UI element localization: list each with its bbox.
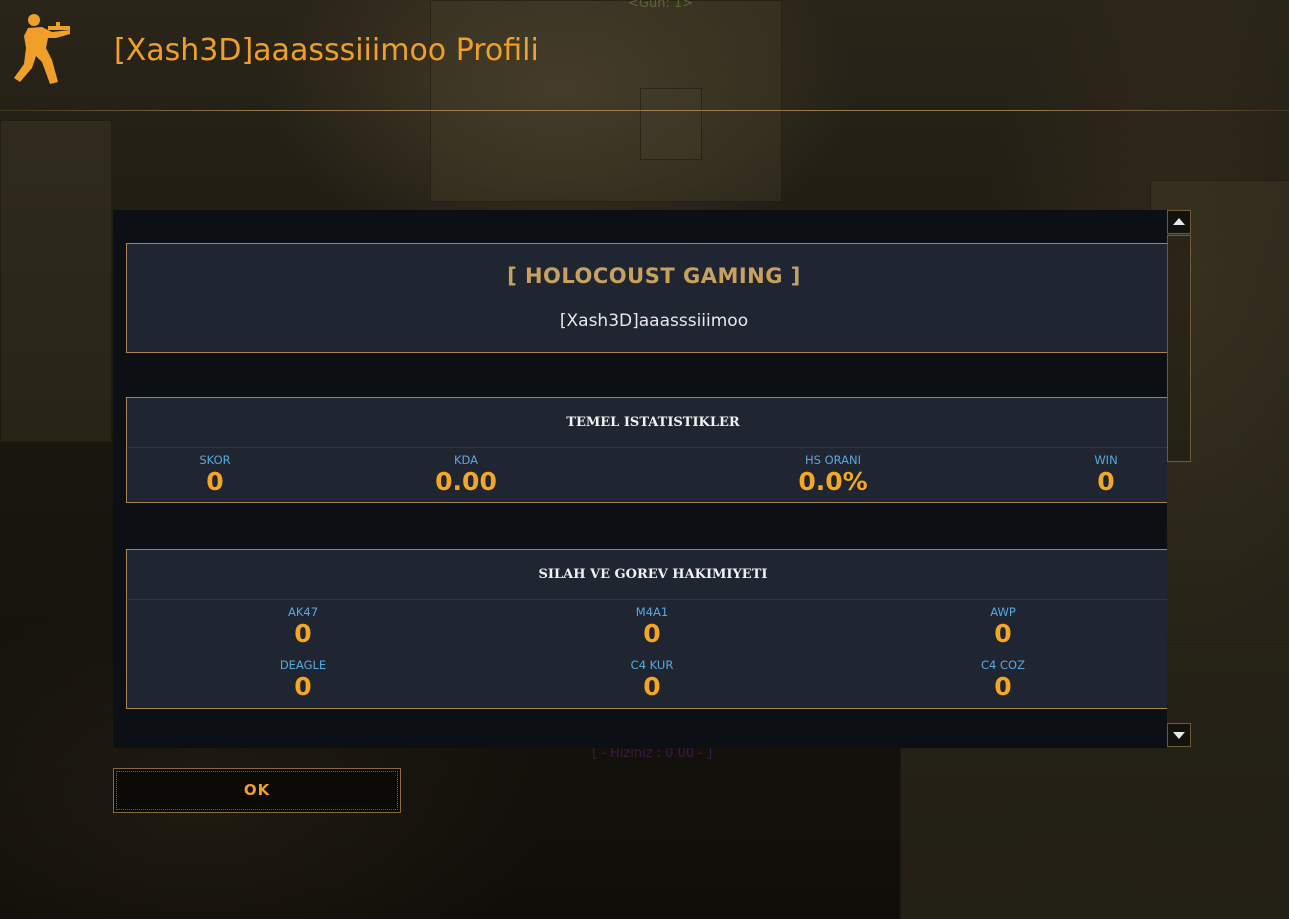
player-name: [Xash3D]aaasssiiimoo: [559, 311, 749, 331]
stat-value: 0: [994, 672, 1012, 701]
stat-label: KDA: [453, 453, 479, 467]
stat-value: 0.00: [435, 467, 497, 496]
scroll-up-button[interactable]: [1167, 210, 1191, 234]
background-crate: [640, 88, 702, 160]
background-wall: [430, 0, 782, 202]
hud-speed-text: [ - Hiziniz : 0.00 - ]: [592, 746, 713, 761]
stat-value: 0.0%: [798, 467, 868, 496]
stat-awp: AWP 0: [990, 605, 1016, 648]
stat-value: 0: [994, 619, 1012, 648]
stat-skor: SKOR 0: [199, 453, 230, 496]
stat-value: 0: [643, 672, 661, 701]
scroll-down-button[interactable]: [1167, 723, 1191, 747]
stat-label: AWP: [990, 605, 1016, 619]
weapon-stats-card: SILAH VE GOREV HAKIMIYETI AK47 0 M4A1 0 …: [126, 549, 1167, 709]
stat-label: HS ORANI: [804, 453, 862, 467]
profile-card: [ HOLOCOUST GAMING ] [Xash3D]aaasssiiimo…: [126, 243, 1167, 353]
counter-strike-soldier-icon: [14, 14, 70, 84]
stat-label: C4 COZ: [981, 658, 1025, 672]
stat-value: 0: [294, 619, 312, 648]
window-title: [Xash3D]aaasssiiimoo Profili: [114, 33, 539, 68]
stat-value: 0: [643, 619, 661, 648]
stat-ak47: AK47 0: [288, 605, 318, 648]
ok-button[interactable]: OK: [113, 768, 401, 813]
chevron-up-icon: [1173, 218, 1185, 225]
profile-panel[interactable]: [ HOLOCOUST GAMING ] [Xash3D]aaasssiiimo…: [113, 210, 1167, 748]
stat-hs-orani: HS ORANI 0.0%: [798, 453, 867, 496]
stat-c4-kur: C4 KUR 0: [631, 658, 674, 701]
scrollbar-thumb[interactable]: [1167, 235, 1191, 462]
stat-label: WIN: [1094, 453, 1118, 467]
hud-gun-text: <Gun: 1>: [628, 0, 694, 11]
stat-kda: KDA 0.00: [435, 453, 497, 496]
stat-c4-coz: C4 COZ 0: [981, 658, 1025, 701]
stat-label: C4 KUR: [630, 658, 674, 672]
chevron-down-icon: [1173, 732, 1185, 739]
weapon-stats-heading: SILAH VE GOREV HAKIMIYETI: [127, 550, 1167, 600]
clan-name: [ HOLOCOUST GAMING ]: [507, 264, 801, 288]
stat-value: 0: [206, 467, 224, 496]
stat-label: SKOR: [199, 453, 231, 467]
stat-deagle: DEAGLE 0: [280, 658, 326, 701]
stat-label: AK47: [287, 605, 319, 619]
ok-button-label: OK: [243, 781, 271, 799]
stat-label: M4A1: [635, 605, 669, 619]
stat-value: 0: [1097, 467, 1115, 496]
stat-m4a1: M4A1 0: [636, 605, 668, 648]
stat-label: DEAGLE: [279, 658, 327, 672]
stat-value: 0: [294, 672, 312, 701]
background-wall-left: [0, 120, 112, 442]
stat-win: WIN 0: [1094, 453, 1117, 496]
header-divider: [0, 110, 1289, 111]
basic-stats-heading: TEMEL ISTATISTIKLER: [127, 398, 1167, 448]
basic-stats-card: TEMEL ISTATISTIKLER SKOR 0 KDA 0.00 HS O…: [126, 397, 1167, 503]
